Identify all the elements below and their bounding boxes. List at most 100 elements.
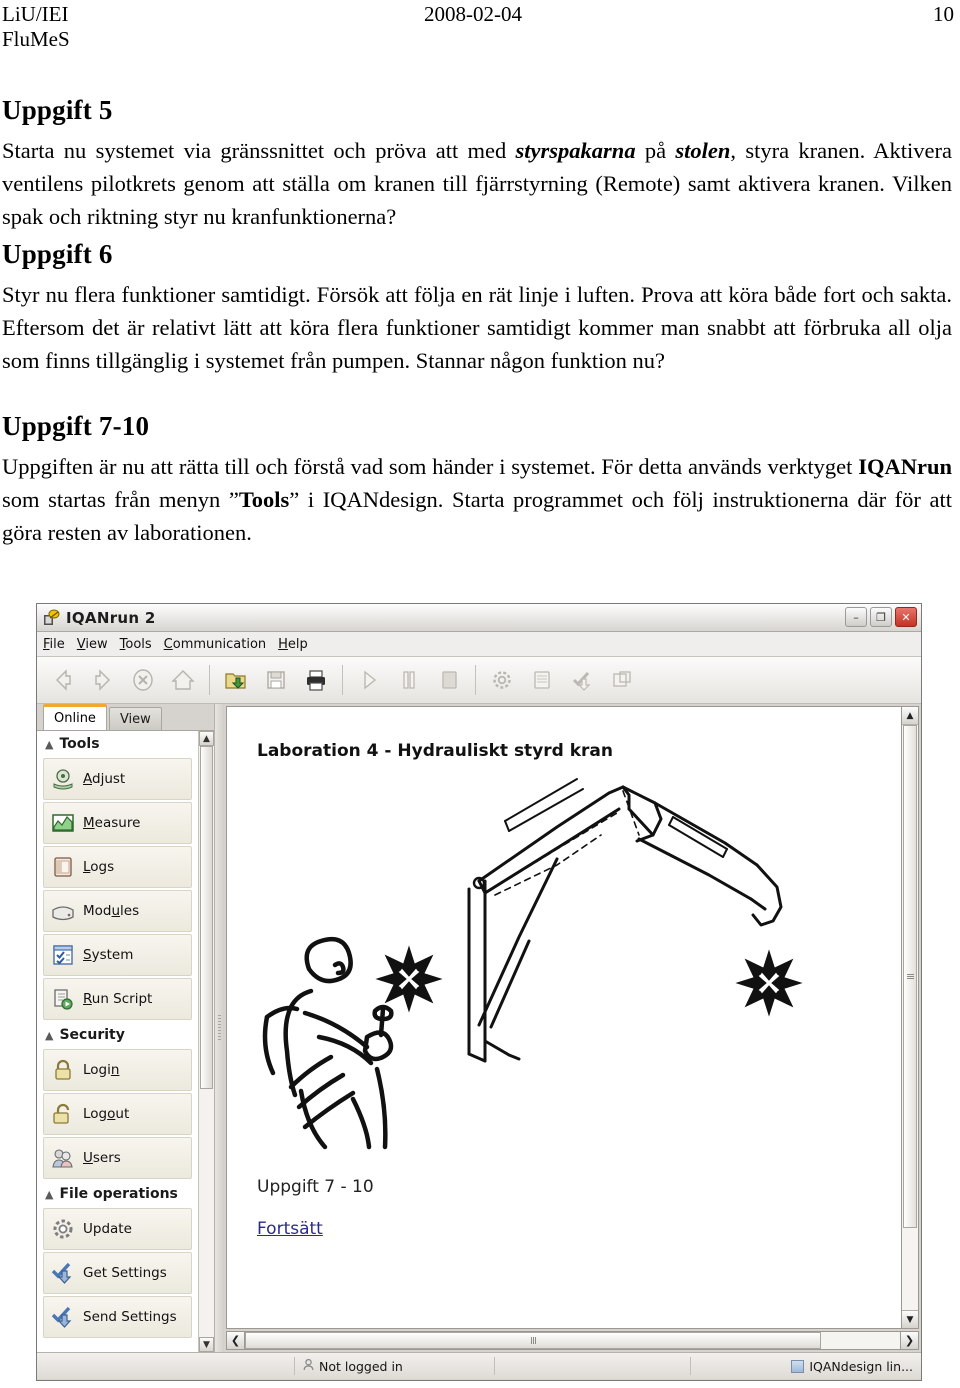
- scroll-thumb-grip: [906, 974, 914, 980]
- stop-recording-icon[interactable]: [429, 661, 469, 699]
- label-pre: Mod: [83, 903, 112, 919]
- sidebar-item-logs[interactable]: Logs: [43, 846, 192, 888]
- back-icon[interactable]: [43, 661, 83, 699]
- sidebar-item-run-script[interactable]: Run Script: [43, 978, 192, 1020]
- menu-item-tools[interactable]: Tools: [120, 637, 152, 652]
- save-icon[interactable]: [256, 661, 296, 699]
- sidebar-group-file-operations[interactable]: ▲ File operations: [37, 1181, 198, 1206]
- window-titlebar: IQANrun 2 – ❐ ✕: [37, 604, 921, 632]
- forward-icon[interactable]: [83, 661, 123, 699]
- scroll-right-icon[interactable]: ❯: [900, 1331, 919, 1350]
- tab-view[interactable]: View: [108, 707, 162, 730]
- label-mnemonic: A: [83, 771, 92, 787]
- section-text-uppgift-5: Starta nu systemet via gränssnittet och …: [2, 134, 952, 233]
- lock-open-icon: [50, 1101, 76, 1127]
- canvas-horizontal-scrollbar[interactable]: ❮ ❯: [226, 1331, 919, 1350]
- sidebar-scroll-track[interactable]: [199, 746, 214, 1337]
- scroll-down-icon[interactable]: ▼: [902, 1310, 918, 1328]
- menu-label: ile: [49, 636, 65, 652]
- chevron-up-icon: ▲: [45, 1187, 54, 1201]
- connection-indicator-icon: [791, 1359, 805, 1373]
- play-icon[interactable]: [349, 661, 389, 699]
- scroll-left-icon[interactable]: ❮: [226, 1331, 245, 1350]
- sidebar-group-label: Security: [59, 1027, 125, 1043]
- log-icon[interactable]: [522, 661, 562, 699]
- text-part: på: [635, 138, 676, 163]
- menu-item-view[interactable]: View: [77, 637, 108, 652]
- sidebar-group-security[interactable]: ▲ Security: [37, 1022, 198, 1047]
- text-part: som startas från menyn ”: [2, 487, 239, 512]
- canvas-scroll-thumb[interactable]: [903, 725, 917, 1229]
- sidebar-scroll-thumb[interactable]: [200, 746, 213, 1089]
- menu-mnemonic: H: [278, 636, 288, 652]
- logs-icon: [50, 854, 76, 880]
- maximize-button[interactable]: ❐: [870, 607, 892, 627]
- sidebar-item-label: System: [83, 947, 133, 963]
- send-settings-icon: [50, 1304, 76, 1330]
- sidebar-item-send-settings[interactable]: Send Settings: [43, 1296, 192, 1338]
- menu-bar: File View Tools Communication Help: [37, 632, 921, 657]
- home-icon[interactable]: [163, 661, 203, 699]
- toolbar-separator: [209, 665, 210, 695]
- stop-icon[interactable]: [123, 661, 163, 699]
- sidebar-item-get-settings[interactable]: Get Settings: [43, 1252, 192, 1294]
- sidebar-item-measure[interactable]: Measure: [43, 802, 192, 844]
- minimize-button[interactable]: –: [845, 607, 867, 627]
- sidebar-item-label: Send Settings: [83, 1309, 177, 1325]
- sidebar-group-tools[interactable]: ▲ Tools: [37, 731, 198, 756]
- settings-gear-icon[interactable]: [482, 661, 522, 699]
- sidebar-item-users[interactable]: Users: [43, 1137, 192, 1179]
- canvas-vertical-scrollbar[interactable]: ▲ ▼: [902, 706, 919, 1329]
- users-icon: [50, 1145, 76, 1171]
- print-icon[interactable]: [296, 661, 336, 699]
- menu-label: iew: [85, 636, 108, 652]
- system-icon: [50, 942, 76, 968]
- sidebar-item-label: Login: [83, 1062, 119, 1078]
- sidebar-scrollbar[interactable]: ▲ ▼: [198, 731, 214, 1352]
- label-mnemonic: S: [83, 947, 92, 963]
- toolbar: [37, 657, 921, 704]
- scroll-up-icon[interactable]: ▲: [902, 707, 918, 725]
- sidebar-scroll-area: ▲ Tools Adjust Measure Logs Modules Syst…: [37, 730, 214, 1352]
- sidebar-item-label: Modules: [83, 903, 139, 919]
- sidebar-item-label: Logs: [83, 859, 114, 875]
- label-mnemonic: n: [110, 1062, 120, 1078]
- close-button[interactable]: ✕: [895, 607, 917, 627]
- external-window-icon[interactable]: [602, 661, 642, 699]
- apply-settings-icon[interactable]: [562, 661, 602, 699]
- sidebar-tabs: Online View: [37, 704, 214, 730]
- sidebar-item-modules[interactable]: Modules: [43, 890, 192, 932]
- org-line-1: LiU/IEI: [2, 2, 69, 26]
- menu-item-communication[interactable]: Communication: [164, 637, 266, 652]
- sidebar-item-login[interactable]: Login: [43, 1049, 192, 1091]
- sidebar-item-system[interactable]: System: [43, 934, 192, 976]
- sidebar-splitter[interactable]: [215, 704, 224, 1352]
- pause-icon[interactable]: [389, 661, 429, 699]
- tab-online[interactable]: Online: [43, 704, 107, 730]
- scroll-down-icon[interactable]: ▼: [199, 1337, 214, 1352]
- emphasis-styrspakarna: styrspakarna: [515, 138, 636, 163]
- menu-item-file[interactable]: File: [43, 637, 65, 652]
- open-project-icon[interactable]: [216, 661, 256, 699]
- status-link-state: IQANdesign lin...: [691, 1357, 921, 1375]
- canvas-scroll-track[interactable]: [902, 725, 918, 1310]
- org-line-2: FluMeS: [2, 27, 70, 51]
- canvas-hscroll-thumb[interactable]: [245, 1332, 822, 1349]
- sidebar-item-logout[interactable]: Logout: [43, 1093, 192, 1135]
- status-cell-empty-mid: [495, 1357, 691, 1375]
- section-uppgift-7-10: Uppgift 7-10 Uppgiften är nu att rätta t…: [0, 411, 960, 549]
- continue-link[interactable]: Fortsätt: [257, 1219, 323, 1239]
- chevron-up-icon: ▲: [45, 1028, 54, 1042]
- label-rest: easure: [94, 815, 141, 831]
- status-bar: Not logged in IQANdesign lin...: [37, 1352, 921, 1379]
- sidebar-item-update[interactable]: Update: [43, 1208, 192, 1250]
- sidebar-item-adjust[interactable]: Adjust: [43, 758, 192, 800]
- scroll-up-icon[interactable]: ▲: [199, 731, 214, 746]
- run-script-icon: [50, 986, 76, 1012]
- menu-label: ools: [125, 636, 152, 652]
- canvas-hscroll-track[interactable]: [245, 1331, 900, 1350]
- menu-item-help[interactable]: Help: [278, 637, 308, 652]
- content-row: Laboration 4 - Hydrauliskt styrd kran Up…: [226, 706, 919, 1329]
- menu-label: ommunication: [172, 636, 267, 652]
- label-mnemonic: U: [83, 1150, 93, 1166]
